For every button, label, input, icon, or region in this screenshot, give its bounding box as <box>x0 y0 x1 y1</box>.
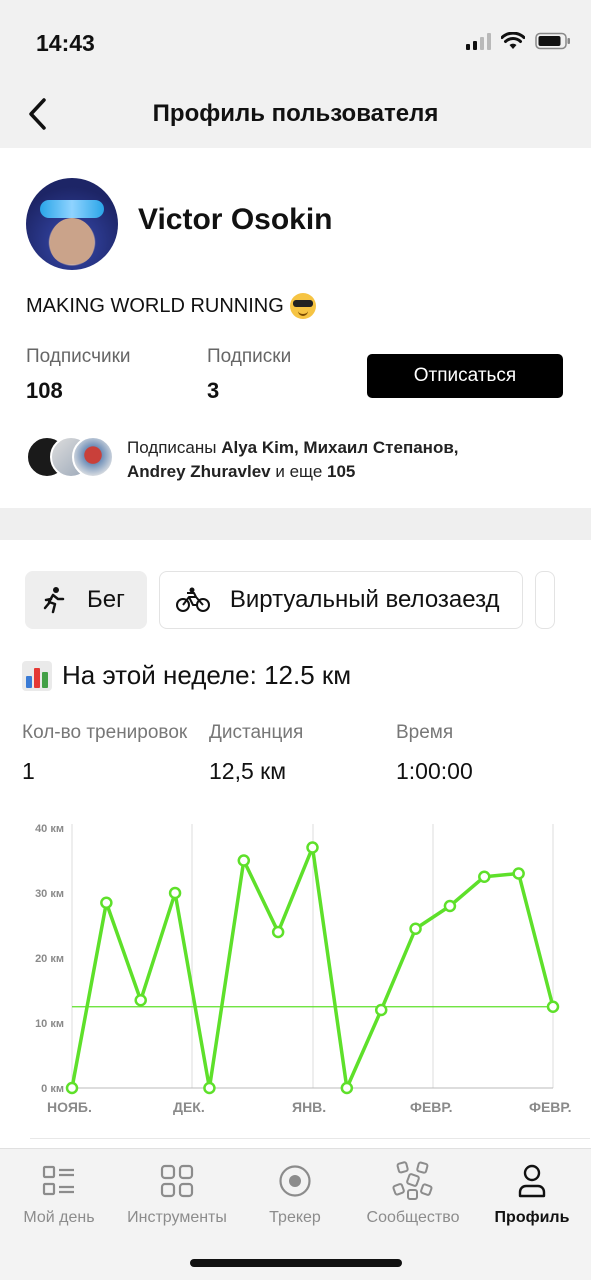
chart-data-point <box>134 994 147 1007</box>
cycling-icon <box>175 587 210 612</box>
tab-community[interactable]: Сообщество <box>358 1161 468 1227</box>
divider <box>30 1138 590 1139</box>
metric-time-value: 1:00:00 <box>396 758 473 784</box>
activity-section: Бег Виртуальный велозаезд На этой неделе… <box>0 540 591 1140</box>
follower-avatar <box>72 436 114 478</box>
chart-data-point <box>512 867 525 880</box>
tab-tools[interactable]: Инструменты <box>122 1161 232 1227</box>
profile-icon <box>518 1164 546 1198</box>
chart-data-point <box>203 1081 216 1095</box>
week-summary-text: На этой неделе: 12.5 км <box>62 660 352 690</box>
followed-by-row[interactable]: Подписаны Alya Kim, Михаил Степанов, And… <box>26 434 566 482</box>
followers-label: Подписчики <box>26 346 131 367</box>
tab-running-label: Бег <box>87 586 125 613</box>
chart-data-point <box>168 886 182 900</box>
tab-my-day[interactable]: Мой день <box>14 1161 104 1227</box>
metric-distance-value: 12,5 км <box>209 758 287 784</box>
chart-data-point <box>340 1081 354 1095</box>
tracker-icon <box>279 1165 311 1197</box>
activity-type-tabs: Бег Виртуальный велозаезд <box>25 571 555 629</box>
chart-data-point <box>271 925 285 939</box>
chart-y-tick-label: 40 км <box>35 823 64 835</box>
chart-y-tick-label: 10 км <box>35 1018 64 1030</box>
tab-virtual-ride[interactable]: Виртуальный велозаезд <box>158 571 523 629</box>
chart-data-point <box>65 1081 79 1095</box>
wifi-icon <box>501 32 525 49</box>
tab-running[interactable]: Бег <box>25 571 147 629</box>
following-label: Подписки <box>207 346 292 367</box>
status-bar: 14:43 <box>0 0 591 82</box>
user-bio: MAKING WORLD RUNNING <box>26 293 316 319</box>
metric-time-label: Время <box>396 722 454 743</box>
sunglasses-emoji-icon <box>289 293 316 319</box>
status-time: 14:43 <box>36 30 95 56</box>
chart-x-tick-label: ФЕВР. <box>410 1099 453 1115</box>
chart-data-point <box>374 1003 388 1017</box>
chart-y-tick-label: 30 км <box>35 888 64 900</box>
chart-y-tick-label: 0 км <box>41 1083 64 1095</box>
user-name: Victor Osokin <box>138 203 333 236</box>
tab-tracker[interactable]: Трекер <box>255 1161 335 1227</box>
unsubscribe-button[interactable]: Отписаться <box>367 354 563 398</box>
followers-count: 108 <box>26 378 63 403</box>
chart-data-point <box>237 854 251 867</box>
section-separator <box>0 508 591 540</box>
following-stat[interactable]: Подписки 3 <box>207 346 291 404</box>
chart-x-tick-label: НОЯБ. <box>47 1099 92 1115</box>
running-icon <box>43 587 65 614</box>
avatar[interactable] <box>26 178 118 270</box>
metric-workouts-value: 1 <box>22 758 35 784</box>
chart-data-point <box>306 841 319 854</box>
home-indicator <box>190 1259 402 1267</box>
distance-chart[interactable]: 0 км 10 км 20 км 30 км 40 км НОЯБ. ДЕК. ЯНВ. ФЕВ… <box>0 810 591 1140</box>
tab-virtual-ride-label: Виртуальный велозаезд <box>229 586 500 613</box>
tools-icon <box>160 1164 194 1198</box>
battery-icon <box>535 32 570 50</box>
following-count: 3 <box>207 378 220 403</box>
chart-x-tick-label: ФЕВР. <box>529 1099 572 1115</box>
bar-chart-icon <box>22 660 52 691</box>
followers-stat[interactable]: Подписчики 108 <box>26 346 131 404</box>
my-day-icon <box>42 1165 74 1196</box>
chart-data-point <box>409 922 422 935</box>
bio-text: MAKING WORLD RUNNING <box>26 294 284 317</box>
metric-distance: Дистанция 12,5 км <box>209 722 377 785</box>
metric-workouts-label: Кол-во тренировок <box>22 722 188 743</box>
nav-header: Профиль пользователя <box>0 82 591 148</box>
chart-data-point <box>100 896 113 909</box>
chart-data-point <box>546 1000 560 1013</box>
tab-more-partial[interactable] <box>534 571 555 629</box>
week-summary-title: На этой неделе: 12.5 км <box>22 660 351 691</box>
chart-data-point <box>443 899 457 913</box>
metric-time: Время 1:00:00 <box>396 722 564 785</box>
tab-profile[interactable]: Профиль <box>490 1161 574 1227</box>
cellular-signal-icon <box>466 32 491 50</box>
chart-y-tick-label: 20 км <box>35 953 64 965</box>
followed-by-text: Подписаны Alya Kim, Михаил Степанов, And… <box>127 438 459 481</box>
chart-x-tick-label: ДЕК. <box>173 1099 205 1115</box>
metric-workouts: Кол-во тренировок 1 <box>22 722 190 785</box>
page-title: Профиль пользователя <box>152 100 439 127</box>
chart-data-point <box>478 870 491 883</box>
profile-card: Victor Osokin MAKING WORLD RUNNING Подпи… <box>0 148 591 508</box>
community-icon <box>392 1161 433 1200</box>
metric-distance-label: Дистанция <box>209 722 304 743</box>
chart-x-tick-label: ЯНВ. <box>292 1099 326 1115</box>
status-icons <box>466 32 571 50</box>
distance-chart-svg: 0 км 10 км 20 км 30 км 40 км НОЯБ. ДЕК. ЯНВ. ФЕВ… <box>35 823 572 1115</box>
